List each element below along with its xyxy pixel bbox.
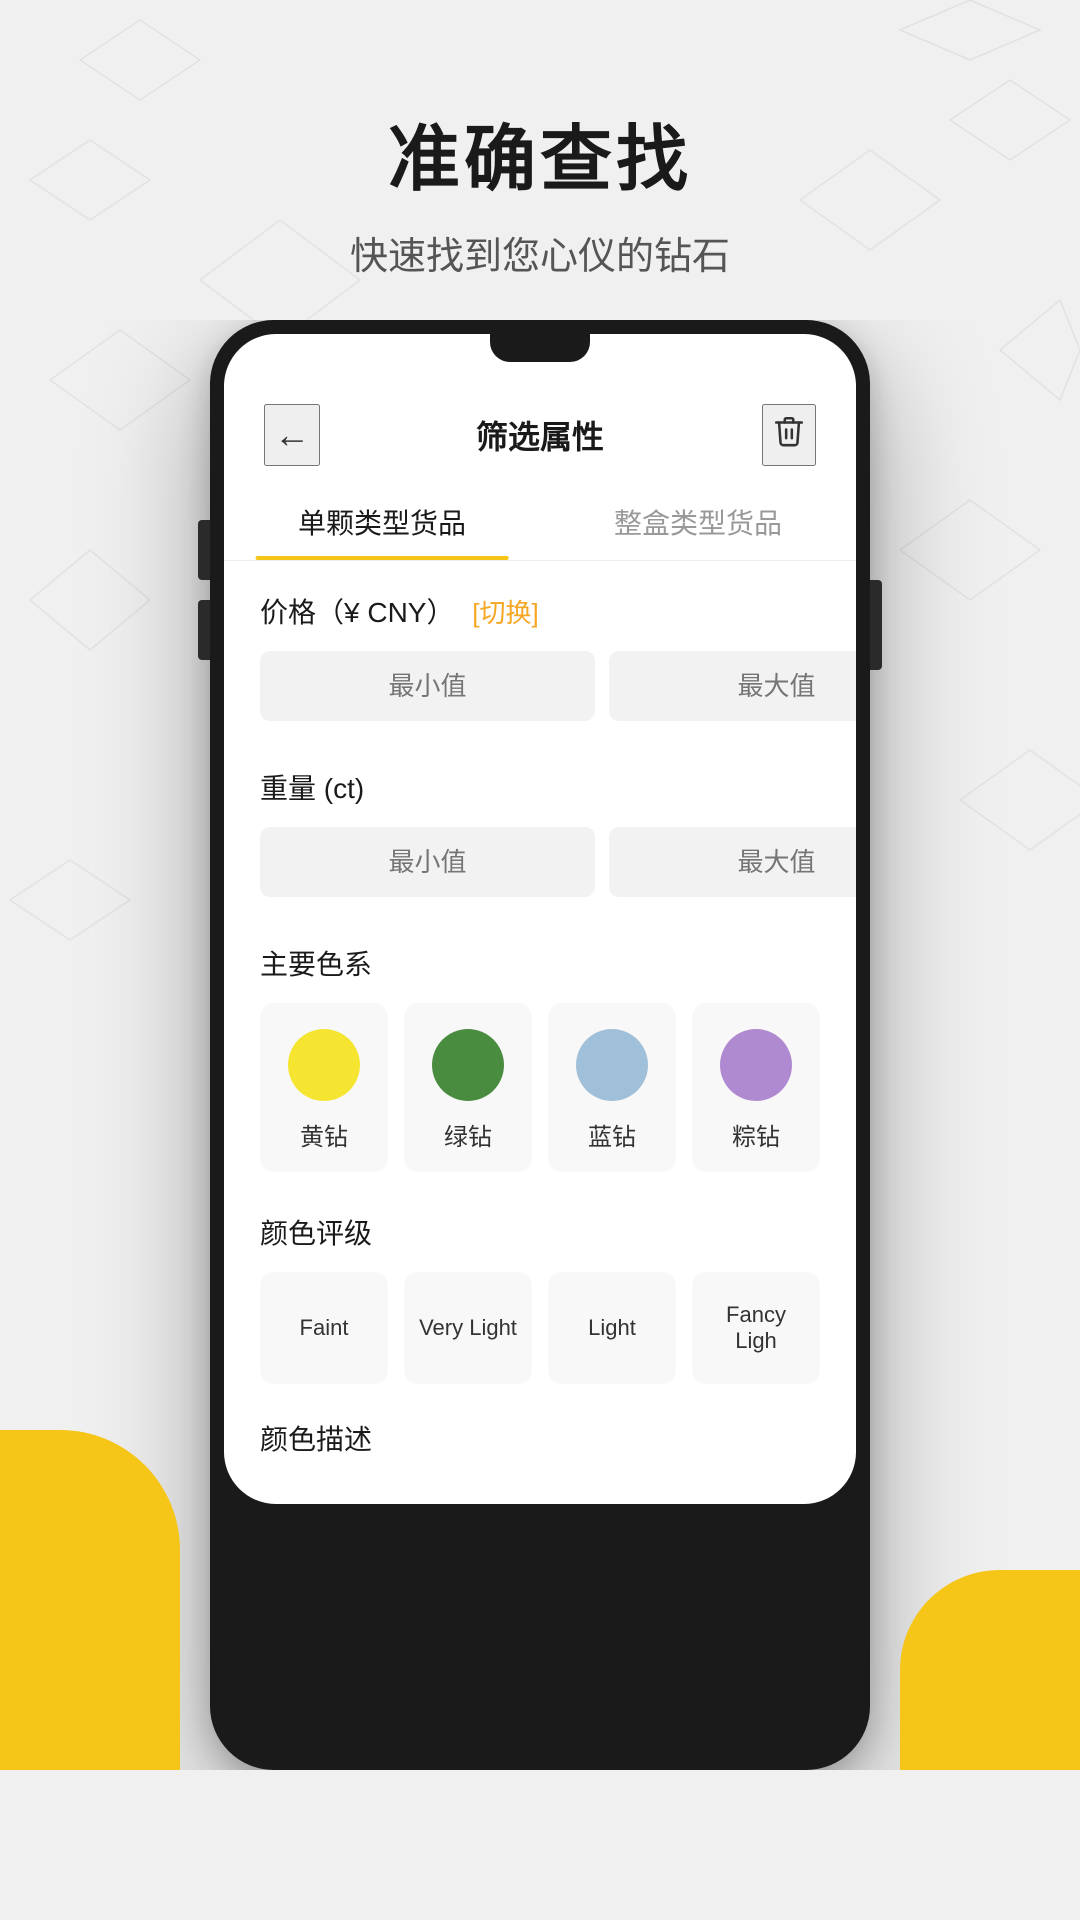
price-max-input[interactable] — [609, 651, 856, 721]
weight-label: 重量 (ct) — [260, 767, 820, 807]
price-label: 价格（¥ CNY） [切换] — [260, 591, 820, 631]
color-label: 主要色系 — [260, 943, 820, 983]
phone-screen: ← 筛选属性 — [224, 334, 856, 1504]
volume-down-button — [198, 600, 210, 660]
tab-single-item[interactable]: 单颗类型货品 — [224, 482, 540, 560]
very-light-label: Very Light — [419, 1315, 517, 1341]
trash-button[interactable] — [762, 404, 816, 466]
faint-label: Faint — [300, 1315, 349, 1341]
rating-card-fancy-light[interactable]: Fancy Ligh — [692, 1272, 820, 1384]
color-card-purple[interactable]: 粽钻 — [692, 1003, 820, 1172]
price-section: 价格（¥ CNY） [切换] 范围 ▼ — [224, 561, 856, 737]
price-switch-tag[interactable]: [切换] — [472, 598, 538, 628]
rating-card-very-light[interactable]: Very Light — [404, 1272, 532, 1384]
rating-card-faint[interactable]: Faint — [260, 1272, 388, 1384]
color-card-green[interactable]: 绿钻 — [404, 1003, 532, 1172]
color-grid: 黄钻 绿钻 蓝钻 粽钻 — [260, 1003, 820, 1172]
back-button[interactable]: ← — [264, 404, 320, 466]
description-section: 颜色描述 — [224, 1394, 856, 1494]
purple-circle — [720, 1029, 792, 1101]
description-label: 颜色描述 — [260, 1418, 820, 1458]
weight-section: 重量 (ct) 范围 ▼ — [224, 737, 856, 913]
purple-label: 粽钻 — [732, 1117, 780, 1152]
weight-min-input[interactable] — [260, 827, 595, 897]
tabs-container: 单颗类型货品 整盒类型货品 — [224, 482, 856, 561]
hero-subtitle: 快速找到您心仪的钻石 — [0, 225, 1080, 280]
price-min-input[interactable] — [260, 651, 595, 721]
yellow-circle — [288, 1029, 360, 1101]
yellow-accent-right — [900, 1570, 1080, 1770]
green-label: 绿钻 — [444, 1117, 492, 1152]
yellow-accent-left — [0, 1430, 180, 1770]
yellow-label: 黄钻 — [300, 1117, 348, 1152]
phone-mockup: ← 筛选属性 — [210, 320, 870, 1770]
blue-label: 蓝钻 — [588, 1117, 636, 1152]
weight-max-input[interactable] — [609, 827, 856, 897]
blue-circle — [576, 1029, 648, 1101]
fancy-light-label: Fancy Ligh — [706, 1302, 806, 1354]
rating-card-light[interactable]: Light — [548, 1272, 676, 1384]
green-circle — [432, 1029, 504, 1101]
power-button — [870, 580, 882, 670]
hero-title: 准确查找 — [0, 100, 1080, 205]
page-title: 筛选属性 — [476, 412, 604, 458]
color-card-yellow[interactable]: 黄钻 — [260, 1003, 388, 1172]
rating-grid: Faint Very Light Light Fancy Ligh — [260, 1272, 820, 1384]
volume-up-button — [198, 520, 210, 580]
tab-box-item[interactable]: 整盒类型货品 — [540, 482, 856, 560]
light-label: Light — [588, 1315, 636, 1341]
weight-input-row: 范围 ▼ — [260, 827, 820, 897]
back-icon: ← — [274, 414, 310, 455]
color-section: 主要色系 黄钻 绿钻 蓝钻 — [224, 913, 856, 1182]
phone-notch — [490, 334, 590, 362]
rating-label: 颜色评级 — [260, 1212, 820, 1252]
price-input-row: 范围 ▼ — [260, 651, 820, 721]
color-card-blue[interactable]: 蓝钻 — [548, 1003, 676, 1172]
rating-section: 颜色评级 Faint Very Light Light Fancy Ligh — [224, 1182, 856, 1394]
nav-bar: ← 筛选属性 — [224, 384, 856, 482]
